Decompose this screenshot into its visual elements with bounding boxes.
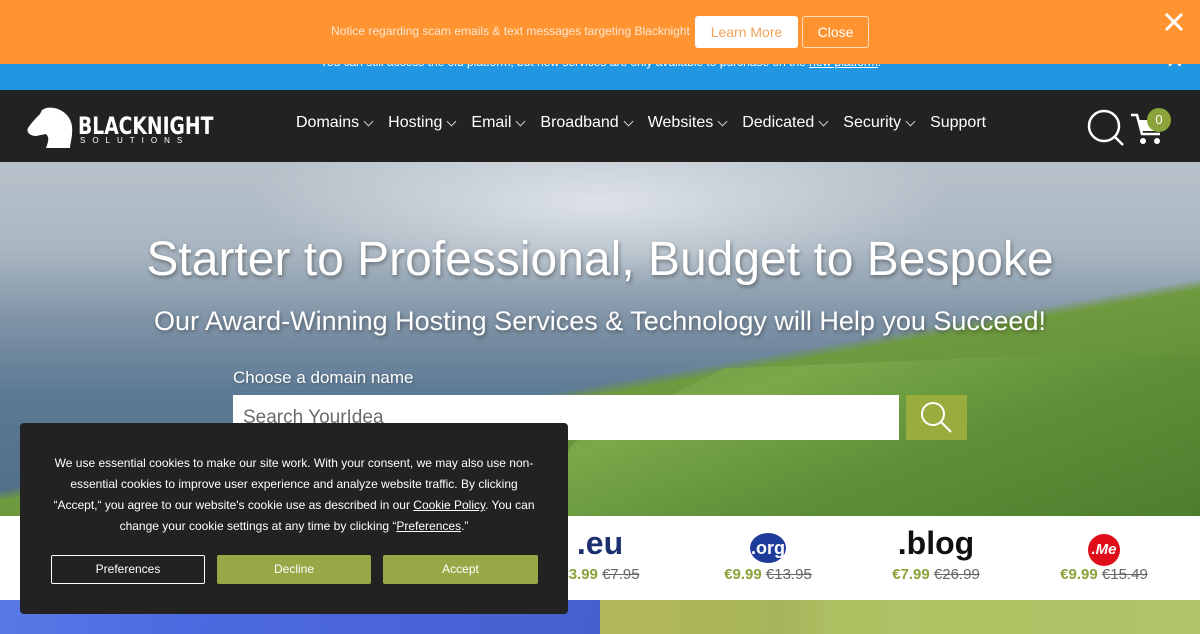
tld-price: €9.99 €13.95 <box>684 566 852 583</box>
accept-button[interactable]: Accept <box>383 555 538 584</box>
price-current: €9.99 <box>1060 566 1098 583</box>
page: You can still access the old platform, b… <box>0 0 1200 634</box>
cookie-text-part: .” <box>461 519 469 533</box>
price-old: €15.49 <box>1101 566 1148 583</box>
price-old: €26.99 <box>933 566 980 583</box>
tld-blog[interactable]: .blog €7.99 €26.99 <box>852 524 1020 583</box>
close-button[interactable]: Close <box>802 16 869 48</box>
chevron-down-icon <box>363 116 374 126</box>
price-old: €7.95 <box>602 566 640 583</box>
hero-title: Starter to Professional, Budget to Bespo… <box>146 233 1054 286</box>
cart-count-badge: 0 <box>1147 108 1171 132</box>
close-icon[interactable] <box>1162 10 1186 34</box>
tld-me[interactable]: .Me €9.99 €15.49 <box>1020 524 1188 583</box>
price-current: €9.99 <box>724 566 762 583</box>
nav-email[interactable]: Email <box>471 114 526 132</box>
nav-websites[interactable]: Websites <box>647 114 728 132</box>
hero-subtitle: Our Award-Winning Hosting Services & Tec… <box>154 306 1046 336</box>
nav-broadband[interactable]: Broadband <box>540 114 634 132</box>
cookie-consent-dialog: We use essential cookies to make our sit… <box>20 423 568 614</box>
nav-security[interactable]: Security <box>843 114 916 132</box>
nav-label: Security <box>843 114 902 131</box>
nav-hosting[interactable]: Hosting <box>388 114 457 132</box>
learn-more-button[interactable]: Learn More <box>695 16 798 48</box>
tld-org[interactable]: .org €9.99 €13.95 <box>684 524 852 583</box>
logo[interactable]: BLACKNIGHT SOLUTIONS <box>26 104 213 150</box>
search-icon[interactable] <box>1087 109 1125 147</box>
cookie-text: We use essential cookies to make our sit… <box>50 453 538 537</box>
logo-subtitle: SOLUTIONS <box>80 136 190 145</box>
org-logo-icon: .org <box>750 533 786 563</box>
me-logo-wrap: .Me <box>1020 524 1188 566</box>
nav-dedicated[interactable]: Dedicated <box>742 114 829 132</box>
chevron-down-icon <box>818 116 829 126</box>
nav-label: Hosting <box>388 114 443 131</box>
nav-label: Dedicated <box>742 114 815 131</box>
price-old: €13.95 <box>765 566 812 583</box>
chevron-down-icon <box>515 116 526 126</box>
chevron-down-icon <box>905 116 916 126</box>
price-current: €7.99 <box>892 566 930 583</box>
main-nav: Domains Hosting Email Broadband Websites… <box>296 114 1002 132</box>
nav-label: Support <box>930 114 987 131</box>
search-icon <box>920 401 952 433</box>
tld-name: .blog <box>897 525 975 561</box>
preferences-link[interactable]: Preferences <box>396 519 461 533</box>
knight-horse-icon <box>27 107 73 148</box>
nav-label: Email <box>471 114 512 131</box>
chevron-down-icon <box>446 116 457 126</box>
notice-message: Notice regarding scam emails & text mess… <box>331 24 690 38</box>
me-logo-icon: .Me <box>1088 534 1120 566</box>
nav-support[interactable]: Support <box>930 114 986 132</box>
domain-search-button[interactable] <box>906 395 967 440</box>
chevron-down-icon <box>717 116 728 126</box>
decline-button[interactable]: Decline <box>217 555 371 584</box>
site-header: BLACKNIGHT SOLUTIONS Domains Hosting Ema… <box>0 90 1200 162</box>
tld-price: €9.99 €15.49 <box>1020 566 1188 583</box>
promo-panel-green <box>600 600 1200 634</box>
tld-price: €7.99 €26.99 <box>852 566 1020 583</box>
org-logo-wrap: .org <box>684 524 852 563</box>
domain-search-label: Choose a domain name <box>233 368 414 387</box>
cookie-policy-link[interactable]: Cookie Policy <box>413 498 485 512</box>
nav-label: Domains <box>296 114 360 131</box>
nav-label: Broadband <box>540 114 619 131</box>
chevron-down-icon <box>623 116 634 126</box>
preferences-button[interactable]: Preferences <box>51 555 205 584</box>
nav-domains[interactable]: Domains <box>296 114 374 132</box>
nav-label: Websites <box>647 114 714 131</box>
scam-notice-banner: Notice regarding scam emails & text mess… <box>0 0 1200 64</box>
